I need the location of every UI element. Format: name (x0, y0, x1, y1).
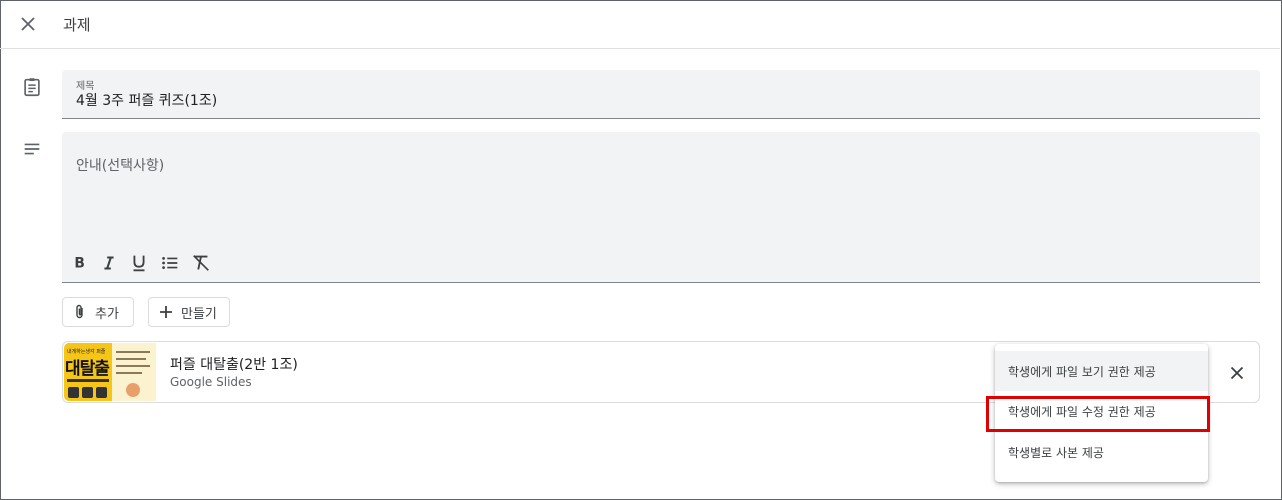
description-icon (24, 143, 40, 155)
page-title: 과제 (63, 16, 91, 34)
plus-icon (160, 306, 172, 318)
assignment-icon (24, 78, 40, 97)
create-button-label: 만들기 (181, 306, 217, 322)
title-field-value[interactable]: 4월 3주 퍼즐 퀴즈(1조) (76, 90, 217, 110)
title-field[interactable]: 제목 4월 3주 퍼즐 퀴즈(1조) (62, 70, 1260, 119)
bold-icon[interactable]: B (68, 252, 90, 274)
attachment-thumbnail: 내게하는생각 퍼즐 대탈출 (64, 343, 156, 401)
create-button[interactable]: 만들기 (148, 297, 230, 327)
menu-item-view-permission[interactable]: 학생에게 파일 보기 권한 제공 (995, 351, 1208, 391)
paperclip-icon (76, 304, 83, 319)
description-field[interactable]: 안내(선택사항) B (62, 132, 1260, 283)
remove-attachment-icon[interactable] (1226, 362, 1248, 384)
italic-icon[interactable] (98, 252, 120, 274)
svg-text:B: B (74, 256, 84, 272)
bulleted-list-icon[interactable] (159, 252, 181, 274)
thumbnail-title: 대탈출 (65, 359, 110, 379)
share-options-menu: 학생에게 파일 보기 권한 제공 학생에게 파일 수정 권한 제공 학생별로 사… (995, 344, 1208, 482)
underline-icon[interactable] (128, 252, 150, 274)
menu-item-edit-permission[interactable]: 학생에게 파일 수정 권한 제공 (995, 391, 1208, 431)
add-button-label: 추가 (95, 306, 119, 322)
attachment-subtitle: Google Slides (170, 375, 252, 389)
attachment-title[interactable]: 퍼즐 대탈출(2반 1조) (170, 354, 298, 374)
top-bar: 과제 (0, 0, 1280, 49)
add-button[interactable]: 추가 (62, 297, 134, 327)
clear-format-icon[interactable] (190, 252, 212, 274)
close-icon[interactable] (16, 12, 40, 36)
description-placeholder: 안내(선택사항) (76, 158, 165, 174)
menu-item-copy-per-student[interactable]: 학생별로 사본 제공 (995, 432, 1208, 472)
